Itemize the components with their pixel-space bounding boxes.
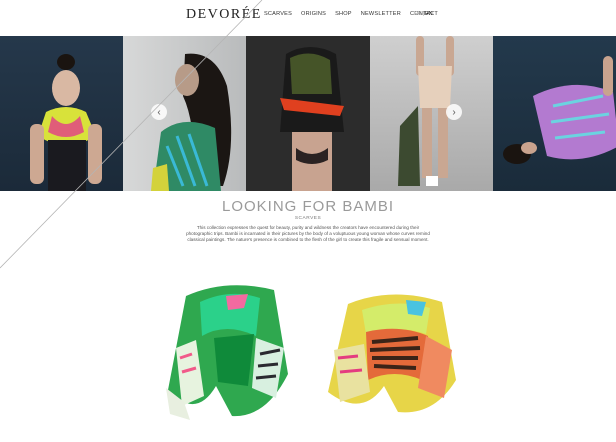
model-figure-2: [151, 53, 232, 191]
nav-item-shop[interactable]: SHOP: [335, 11, 352, 17]
model-photo-1: [0, 36, 124, 191]
brand-logo[interactable]: DEVORÉE: [186, 7, 262, 23]
nav-item-newsletter[interactable]: NEWSLETTER: [361, 11, 401, 17]
language-switcher: FR|EN: [414, 11, 433, 17]
collection-category: SCARVES: [294, 216, 322, 221]
slider-prev-button[interactable]: ‹: [151, 104, 167, 120]
chevron-right-icon: ›: [452, 106, 456, 118]
nav-item-scarves[interactable]: SCARVES: [264, 11, 292, 17]
nav-item-origins[interactable]: ORIGINS: [301, 11, 326, 17]
lang-separator: |: [422, 11, 424, 17]
model-figure-1: [30, 54, 102, 191]
scarf-product-1[interactable]: [156, 278, 296, 424]
model-photo-2: [123, 36, 247, 191]
photo-slider[interactable]: [0, 36, 616, 191]
model-figure-3: [280, 47, 345, 191]
site-header: DEVORÉE SCARVES ORIGINS SHOP NEWSLETTER …: [0, 0, 616, 36]
model-figure-4: [397, 36, 454, 186]
model-photo-5: [492, 36, 616, 191]
collection-description: This collection expresses the quest for …: [186, 225, 430, 242]
lang-fr[interactable]: FR: [414, 11, 421, 17]
collection-title: LOOKING FOR BAMBI: [221, 198, 395, 215]
slider-next-button[interactable]: ›: [446, 104, 462, 120]
model-photo-4: [369, 36, 493, 191]
main-nav: SCARVES ORIGINS SHOP NEWSLETTER CONTACT: [264, 11, 438, 17]
lang-en[interactable]: EN: [425, 11, 433, 17]
model-photo-3: [246, 36, 370, 191]
model-figure-5: [502, 56, 616, 164]
chevron-left-icon: ‹: [157, 106, 161, 118]
scarf-product-2[interactable]: [318, 288, 460, 418]
